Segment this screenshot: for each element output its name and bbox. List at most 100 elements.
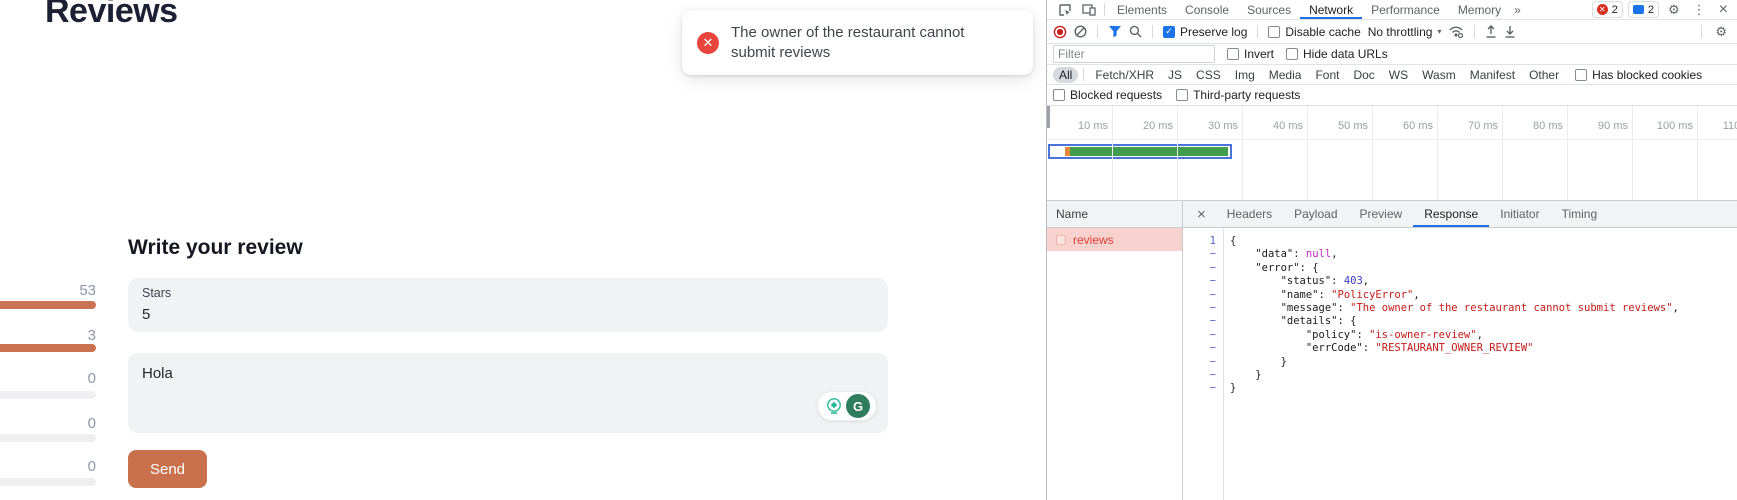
tab-sources[interactable]: Sources	[1238, 0, 1300, 19]
error-count-badge[interactable]: ✕ 2	[1592, 1, 1623, 18]
divider	[1701, 25, 1702, 38]
has-blocked-cookies-checkbox[interactable]: Has blocked cookies	[1575, 68, 1702, 82]
checkbox-icon	[1286, 48, 1298, 60]
filter-chip-js[interactable]: JS	[1162, 67, 1188, 83]
rating-count: 0	[0, 458, 96, 475]
filter-chip-fetch-xhr[interactable]: Fetch/XHR	[1089, 67, 1160, 83]
filter-funnel-icon[interactable]	[1108, 25, 1122, 38]
stars-label: Stars	[142, 286, 874, 300]
filter-input[interactable]	[1053, 45, 1215, 63]
token-key: "error"	[1255, 262, 1299, 274]
code-line: − "data": null,	[1183, 248, 1737, 261]
timeline-overview[interactable]: 10 ms20 ms30 ms40 ms50 ms60 ms70 ms80 ms…	[1047, 106, 1737, 201]
network-toolbar: ✓ Preserve log Disable cache No throttli…	[1047, 20, 1737, 44]
rating-bar	[0, 478, 96, 486]
code-line: − "policy": "is-owner-review",	[1183, 329, 1737, 342]
devtools-panel: ElementsConsoleSourcesNetworkPerformance…	[1046, 0, 1737, 500]
close-detail-icon[interactable]: ×	[1197, 206, 1206, 223]
stars-field[interactable]: Stars 5	[128, 278, 888, 332]
clear-icon[interactable]	[1074, 25, 1087, 38]
search-icon[interactable]	[1129, 25, 1142, 38]
token-pl: :	[1319, 289, 1332, 301]
review-text: Hola	[142, 365, 173, 382]
detail-tab-initiator[interactable]: Initiator	[1489, 201, 1550, 227]
more-tabs-icon[interactable]: »	[1514, 3, 1522, 17]
disable-cache-checkbox[interactable]: Disable cache	[1268, 25, 1360, 39]
hide-data-urls-checkbox[interactable]: Hide data URLs	[1286, 47, 1388, 61]
invert-checkbox[interactable]: Invert	[1227, 47, 1274, 61]
detail-tab-headers[interactable]: Headers	[1216, 201, 1283, 227]
kebab-menu-icon[interactable]: ⋮	[1693, 2, 1706, 18]
request-row-reviews[interactable]: reviews	[1047, 228, 1182, 251]
network-conditions-icon[interactable]	[1448, 25, 1464, 38]
screenshot-root: Reviews ✕ The owner of the restaurant ca…	[0, 0, 1737, 500]
token-pl	[1230, 248, 1255, 260]
review-textarea[interactable]: Hola	[128, 353, 888, 433]
rating-count: 53	[0, 282, 96, 299]
grammarly-widget[interactable]: G	[817, 391, 877, 421]
gutter-marker[interactable]: −	[1183, 248, 1223, 261]
request-overview-bar[interactable]	[1048, 144, 1232, 159]
filter-chip-manifest[interactable]: Manifest	[1464, 67, 1521, 83]
timeline-scrubber[interactable]	[1047, 106, 1050, 128]
network-settings-icon[interactable]: ⚙	[1715, 24, 1727, 40]
token-num: 403	[1344, 275, 1363, 287]
token-pl	[1230, 329, 1306, 341]
gutter-marker[interactable]: −	[1183, 342, 1223, 355]
close-devtools-icon[interactable]: ×	[1719, 1, 1728, 19]
timeline-gridline	[1502, 106, 1503, 200]
detail-tab-preview[interactable]: Preview	[1349, 201, 1414, 227]
gutter-marker[interactable]: −	[1183, 356, 1223, 369]
tab-elements[interactable]: Elements	[1108, 0, 1176, 19]
filter-chip-ws[interactable]: WS	[1383, 67, 1414, 83]
gutter-marker[interactable]: −	[1183, 262, 1223, 275]
tab-network[interactable]: Network	[1300, 0, 1362, 19]
tab-memory[interactable]: Memory	[1449, 0, 1510, 19]
filter-chip-font[interactable]: Font	[1309, 67, 1345, 83]
third-party-requests-checkbox[interactable]: Third-party requests	[1176, 88, 1300, 102]
gutter-marker[interactable]: −	[1183, 302, 1223, 315]
send-button[interactable]: Send	[128, 450, 207, 488]
export-har-icon[interactable]	[1504, 25, 1516, 38]
filter-chip-other[interactable]: Other	[1523, 67, 1565, 83]
filter-chip-all[interactable]: All	[1053, 67, 1078, 83]
gutter-marker[interactable]: −	[1183, 382, 1223, 395]
suggestion-bulb-icon[interactable]	[824, 396, 844, 416]
gutter-marker[interactable]: 1	[1183, 235, 1223, 248]
record-icon[interactable]	[1053, 25, 1067, 39]
detail-tab-timing[interactable]: Timing	[1551, 201, 1609, 227]
gutter-divider	[1223, 228, 1224, 500]
gutter-marker[interactable]: −	[1183, 315, 1223, 328]
token-pl	[1230, 275, 1281, 287]
detail-tab-response[interactable]: Response	[1413, 201, 1489, 227]
preserve-log-checkbox[interactable]: ✓ Preserve log	[1163, 25, 1247, 39]
gutter-marker[interactable]: −	[1183, 275, 1223, 288]
blocked-requests-checkbox[interactable]: Blocked requests	[1053, 88, 1162, 102]
tab-performance[interactable]: Performance	[1362, 0, 1449, 19]
issues-badge[interactable]: 2	[1628, 1, 1659, 18]
grammarly-icon[interactable]: G	[846, 394, 870, 418]
detail-tab-payload[interactable]: Payload	[1283, 201, 1348, 227]
blocked-filters-row: Blocked requests Third-party requests	[1047, 85, 1737, 106]
token-pl: :	[1331, 275, 1344, 287]
name-column-header[interactable]: Name	[1047, 201, 1183, 227]
gutter-marker[interactable]: −	[1183, 369, 1223, 382]
code-line: − "errCode": "RESTAURANT_OWNER_REVIEW"	[1183, 342, 1737, 355]
device-toolbar-icon[interactable]	[1082, 3, 1096, 16]
settings-icon[interactable]: ⚙	[1668, 2, 1680, 18]
code-line: 1{	[1183, 235, 1737, 248]
code-text: }	[1223, 369, 1262, 382]
filter-chip-media[interactable]: Media	[1263, 67, 1308, 83]
filter-chip-wasm[interactable]: Wasm	[1416, 67, 1462, 83]
inspect-element-icon[interactable]	[1058, 3, 1072, 17]
throttling-select[interactable]: No throttling ▾	[1368, 25, 1442, 39]
filter-chip-doc[interactable]: Doc	[1347, 67, 1380, 83]
import-har-icon[interactable]	[1485, 25, 1497, 38]
filter-chip-css[interactable]: CSS	[1190, 67, 1227, 83]
gutter-marker[interactable]: −	[1183, 289, 1223, 302]
timeline-tick: 20 ms	[1116, 120, 1173, 132]
gutter-marker[interactable]: −	[1183, 329, 1223, 342]
filter-chip-img[interactable]: Img	[1229, 67, 1261, 83]
tab-console[interactable]: Console	[1176, 0, 1238, 19]
request-name: reviews	[1073, 233, 1114, 247]
